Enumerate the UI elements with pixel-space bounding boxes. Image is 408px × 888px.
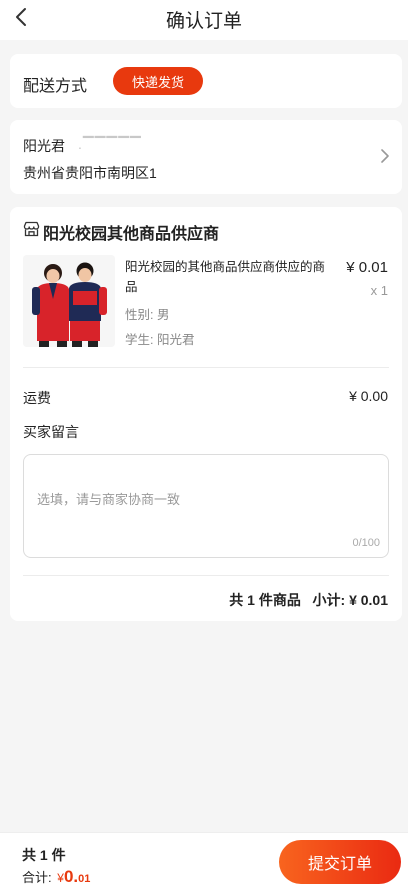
shipping-label: 运费 <box>23 390 51 406</box>
delivery-method-button[interactable]: 快递发货 <box>113 67 203 95</box>
product-spec-gender: 性别: 男 <box>125 308 170 322</box>
submit-order-button[interactable]: 提交订单 <box>279 840 401 884</box>
recipient-phone: .▔▔▔▔▔ <box>78 136 142 152</box>
bottom-bar: 共 1 件 合计: ¥0.01 提交订单 <box>0 832 408 888</box>
delivery-card: 配送方式 快递发货 <box>10 54 402 108</box>
total-count: 共 1 件 <box>22 847 66 863</box>
recipient-address: 贵州省贵阳市南明区1 <box>23 165 157 181</box>
product-spec-student: 学生: 阳光君 <box>125 333 195 347</box>
product-image[interactable] <box>23 255 115 347</box>
shop-name: 阳光校园其他商品供应商 <box>43 226 220 243</box>
shipping-value: ¥ 0.00 <box>349 388 388 404</box>
message-placeholder: 选填，请与商家协商一致 <box>37 492 181 507</box>
buyer-message-input[interactable]: 选填，请与商家协商一致 0/100 <box>23 454 389 558</box>
divider <box>23 367 389 368</box>
total-currency: ¥ <box>57 871 64 885</box>
divider <box>23 575 389 576</box>
recipient-name: 阳光君 <box>23 138 65 154</box>
product-price: ¥ 0.01 <box>346 259 388 276</box>
delivery-label: 配送方式 <box>23 78 88 95</box>
summary-subtotal: ¥ 0.01 <box>349 592 388 608</box>
total-integer: 0. <box>63 867 79 886</box>
summary-count: 共 1 件商品 <box>229 592 301 608</box>
address-card[interactable]: 阳光君 .▔▔▔▔▔ 贵州省贵阳市南明区1 <box>10 120 402 194</box>
summary-subtotal-label: 小计: <box>312 592 346 608</box>
product-quantity: x 1 <box>370 283 388 298</box>
store-icon <box>23 221 40 242</box>
total-amount: 合计: ¥0.01 <box>22 867 90 887</box>
order-summary: 共 1 件商品 小计: ¥ 0.01 <box>229 590 388 610</box>
nav-bar: 确认订单 <box>0 0 408 40</box>
total-decimal: 01 <box>78 873 91 885</box>
message-label: 买家留言 <box>23 424 79 440</box>
order-card: 阳光校园其他商品供应商 阳光校园的其他商品供应商供应的商品 性别: 男 学生: … <box>10 207 402 621</box>
product-name: 阳光校园的其他商品供应商供应的商品 <box>125 260 326 294</box>
total-label: 合计: <box>22 870 52 885</box>
page-title: 确认订单 <box>165 11 242 32</box>
chevron-right-icon <box>380 148 390 169</box>
message-char-count: 0/100 <box>352 537 380 549</box>
